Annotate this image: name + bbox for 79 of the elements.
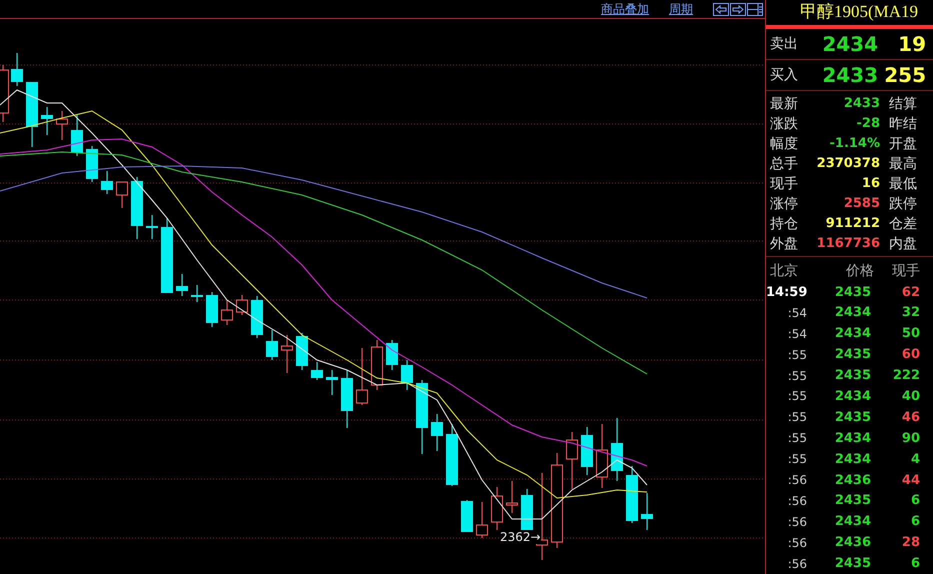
stat-label: 总手 [769, 154, 799, 173]
tick-price: 2435 [834, 493, 871, 508]
tick-time: :54 [786, 326, 807, 341]
tick-volume: 4 [910, 452, 920, 467]
tick-price: 2435 [834, 556, 871, 572]
tick-volume: 44 [900, 472, 920, 488]
stat-label: 最高 [888, 154, 917, 173]
order-label: 卖出 [769, 34, 799, 53]
tick-price: 2434 [834, 430, 871, 446]
tick-volume: 6 [910, 556, 920, 572]
stat-label: 幅度 [769, 134, 799, 153]
tick-volume: 62 [900, 284, 920, 300]
tick-volume: 50 [900, 326, 920, 342]
order-price: 2434 [821, 32, 878, 56]
stat-value: 1167736 [816, 236, 880, 252]
stat-label: 内盘 [888, 234, 917, 253]
stat-label: 现手 [769, 174, 799, 193]
order-price: 2433 [821, 62, 878, 87]
order-volume: 255 [883, 62, 926, 87]
column-header: 现手 [891, 262, 920, 280]
tick-price: 2434 [834, 326, 871, 342]
stat-label: 持仓 [769, 214, 799, 233]
stat-label: 涨跌 [769, 114, 799, 133]
stat-label: 最新 [769, 94, 799, 113]
tick-price: 2436 [834, 472, 871, 488]
tick-time: :55 [786, 389, 807, 404]
stat-label: 涨停 [769, 194, 799, 213]
tick-time: :55 [786, 348, 807, 362]
tick-time: :56 [786, 536, 807, 550]
tick-time: :55 [786, 452, 807, 466]
stat-value: 2585 [842, 196, 880, 212]
tick-time: :56 [786, 473, 807, 488]
tick-volume: 60 [900, 347, 920, 362]
tick-volume: 46 [900, 410, 920, 425]
order-volume: 19 [897, 32, 926, 56]
tick-volume: 222 [892, 368, 920, 384]
tick-time: :55 [786, 368, 807, 383]
tick-time: :54 [786, 306, 807, 320]
stat-label: 结算 [888, 94, 917, 113]
tick-time: :56 [786, 494, 807, 508]
tick-time: 14:59 [766, 284, 807, 300]
tick-price: 2434 [834, 514, 871, 530]
stat-value: 911212 [824, 216, 880, 232]
stat-label: 外盘 [769, 234, 799, 253]
tick-price: 2435 [834, 284, 871, 300]
tick-time: :56 [786, 514, 807, 529]
stat-value: -1.14% [828, 136, 880, 152]
stat-label: 仓差 [888, 214, 917, 233]
toolbar-link[interactable]: 商品叠加 [601, 0, 649, 18]
tick-volume: 90 [900, 430, 920, 446]
column-header: 北京 [769, 262, 799, 280]
tick-time: :55 [786, 410, 807, 424]
stat-label: 跌停 [888, 194, 917, 213]
tick-volume: 28 [900, 535, 920, 550]
low-price-label: 2362→ [500, 530, 541, 544]
order-label: 买入 [769, 66, 799, 84]
tick-time: :56 [786, 556, 807, 571]
tick-price: 2435 [834, 347, 871, 362]
tick-price: 2435 [834, 368, 871, 384]
stat-value: -28 [856, 116, 880, 132]
stat-label: 最低 [888, 174, 917, 193]
tick-time: :55 [786, 431, 807, 446]
stat-value: 16 [860, 176, 880, 192]
stat-label: 开盘 [888, 134, 917, 153]
tick-price: 2436 [834, 535, 871, 550]
tick-volume: 40 [900, 388, 920, 404]
column-header: 价格 [845, 262, 874, 280]
tick-price: 2435 [834, 410, 871, 425]
stat-value: 2370378 [816, 156, 880, 172]
tick-volume: 6 [910, 493, 920, 508]
tick-price: 2434 [834, 452, 871, 467]
stat-value: 2433 [842, 96, 880, 112]
stat-label: 昨结 [888, 114, 917, 133]
tick-price: 2434 [834, 388, 871, 404]
toolbar-link[interactable]: 周期 [669, 0, 693, 18]
tick-volume: 6 [910, 514, 920, 530]
contract-title: 甲醇1905(MA19 [799, 1, 920, 23]
tick-price: 2434 [834, 305, 871, 320]
tick-volume: 32 [900, 305, 920, 320]
